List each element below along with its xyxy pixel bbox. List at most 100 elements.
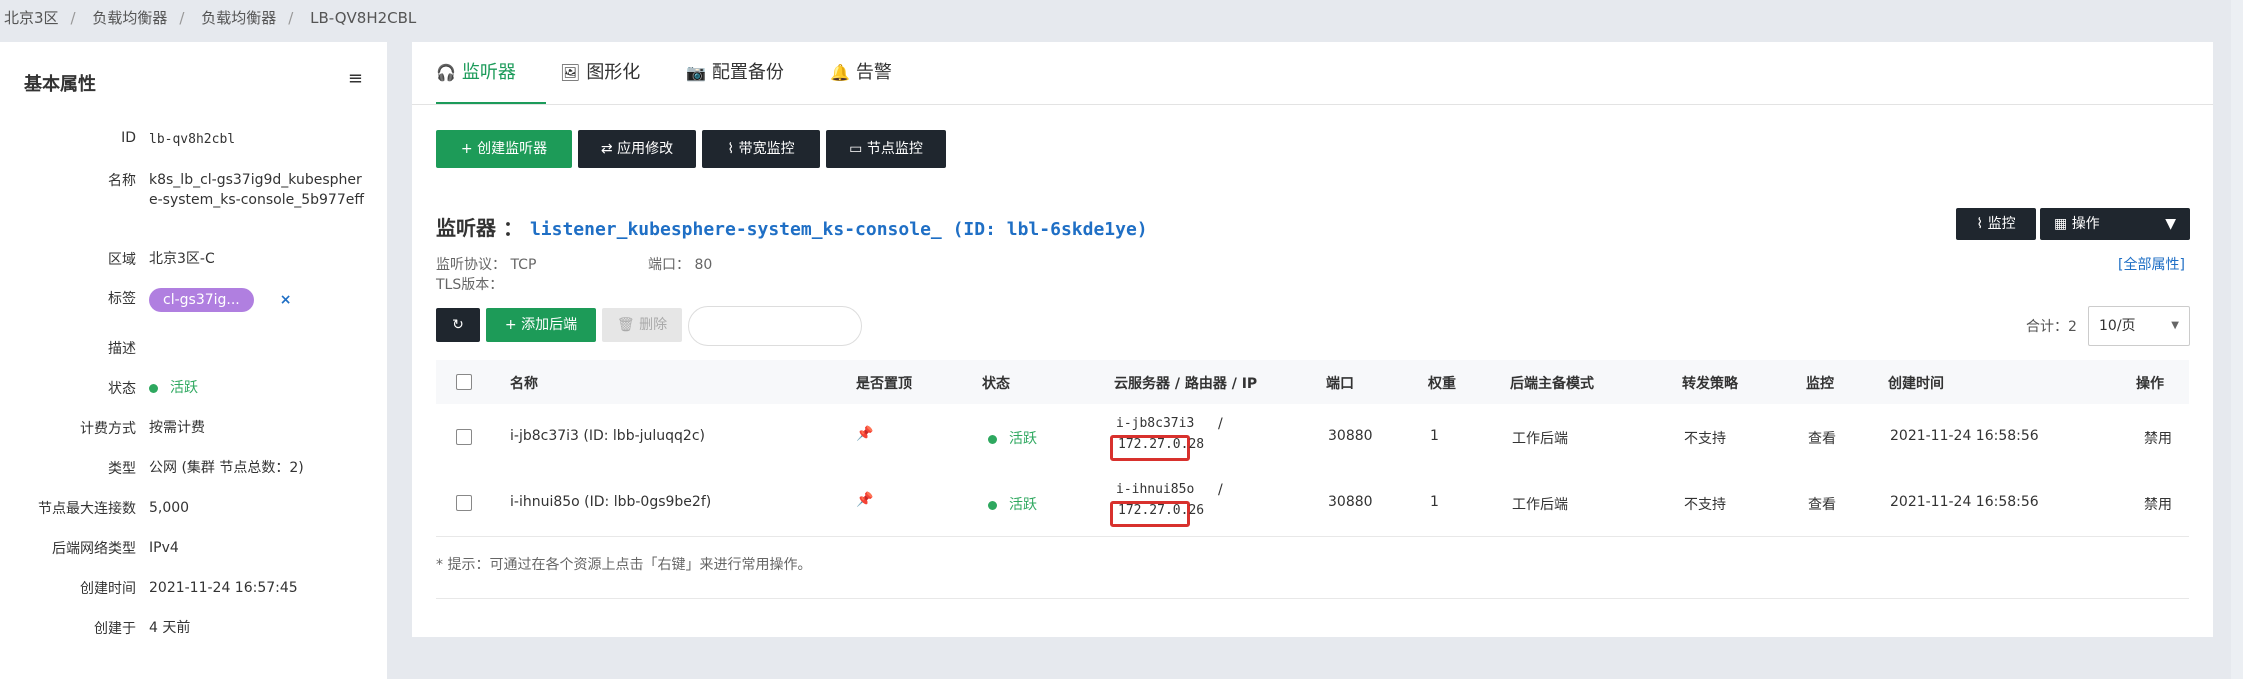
page-scrollbar[interactable] [2231, 0, 2243, 679]
search-input[interactable] [688, 306, 862, 346]
prop-value: IPv4 [149, 540, 179, 556]
all-properties-link[interactable]: [全部属性] [2118, 254, 2185, 274]
prop-label: 描述 [108, 341, 136, 357]
prop-label: 创建时间 [80, 581, 136, 597]
status-dot-icon [988, 434, 997, 444]
status-cell: 活跃 [988, 428, 1037, 448]
listener-name: listener_kubesphere-system_ks-console_ (… [529, 219, 1148, 240]
breadcrumb-item[interactable]: 北京3区 [4, 9, 59, 27]
listener-tls: TLS版本： [436, 277, 504, 293]
disable-link[interactable]: 禁用 [2144, 494, 2172, 514]
tab-listeners[interactable]: 🎧 监听器 [436, 42, 546, 104]
backend-mode: 工作后端 [1512, 497, 1568, 513]
tab-bar: 🎧 监听器 🖼 图形化 📷 配置备份 🔔 告警 [412, 42, 2213, 105]
ip-link[interactable]: 172.27.0.28 [1118, 437, 1204, 452]
view-monitor-link[interactable]: 查看 [1808, 494, 1836, 514]
add-backend-button[interactable]: + 添加后端 [486, 308, 596, 342]
prop-label: 状态 [108, 381, 136, 397]
view-monitor-link[interactable]: 查看 [1808, 428, 1836, 448]
pin-icon[interactable]: 📌 [856, 492, 873, 508]
row-checkbox[interactable] [456, 429, 472, 445]
chevron-down-icon: ▼ [2171, 320, 2179, 331]
breadcrumb-item[interactable]: 负载均衡器 [201, 9, 276, 27]
listener-port: 端口： 80 [648, 257, 713, 273]
forward-policy: 不支持 [1684, 497, 1726, 513]
shuffle-icon: ⇄ [600, 141, 618, 157]
server-link[interactable]: i-ihnui85o [1116, 482, 1194, 497]
create-listener-button[interactable]: + 创建监听器 [436, 130, 572, 168]
server-separator: / [1218, 416, 1223, 432]
listener-monitor-button[interactable]: ⌇ 监控 [1956, 208, 2036, 240]
col-actions: 操作 [2136, 376, 2164, 392]
prop-value: 北京3区-C [149, 251, 215, 267]
image-icon: 🖼 [560, 63, 581, 82]
tab-label: 配置备份 [711, 62, 784, 83]
refresh-button[interactable]: ↻ [436, 308, 480, 342]
status-dot-icon [988, 500, 997, 510]
tab-label: 图形化 [586, 62, 641, 83]
grid-icon: ▦ [2054, 216, 2072, 232]
button-label: 删除 [639, 317, 668, 333]
row-checkbox[interactable] [456, 495, 472, 511]
breadcrumb-current: LB-QV8H2CBL [310, 9, 417, 27]
apply-changes-button[interactable]: ⇄ 应用修改 [578, 130, 696, 168]
server-separator: / [1218, 482, 1223, 498]
prop-label: 创建于 [94, 621, 136, 637]
trash-icon: 🗑 [616, 317, 640, 333]
breadcrumb: 北京3区 / 负载均衡器 / 负载均衡器 / LB-QV8H2CBL [0, 0, 416, 36]
delete-button[interactable]: 🗑 删除 [602, 308, 682, 342]
bell-icon: 🔔 [830, 63, 850, 82]
prop-value: cl-gs37ig... × [149, 288, 364, 312]
backend-port: 30880 [1328, 428, 1373, 444]
listener-ops-dropdown[interactable]: ▦ 操作 ▼ [2040, 208, 2190, 240]
page-size-value: 10/页 [2099, 318, 2136, 334]
ip-link[interactable]: 172.27.0.26 [1118, 503, 1204, 518]
prop-value: 按需计费 [149, 420, 205, 436]
button-label: 节点监控 [866, 141, 923, 157]
remove-tag-icon[interactable]: × [280, 292, 292, 308]
tab-graph[interactable]: 🖼 图形化 [560, 42, 640, 104]
refresh-icon: ↻ [452, 317, 464, 333]
prop-label: 后端网络类型 [52, 541, 136, 557]
button-label: 监控 [1987, 216, 2016, 232]
breadcrumb-separator: / [179, 9, 185, 27]
status-text: 活跃 [1009, 497, 1037, 513]
pin-icon[interactable]: 📌 [856, 426, 873, 442]
listener-label: 监听器 ： [436, 216, 523, 240]
menu-icon[interactable]: ≡ [348, 68, 363, 89]
backend-name: i-jb8c37i3 (ID: lbb-juluqq2c) [510, 428, 706, 444]
prop-value: lb-qv8h2cbl [149, 132, 236, 147]
table-row[interactable]: i-ihnui85o (ID: lbb-0gs9be2f) 📌 活跃 i-ihn… [436, 470, 2189, 537]
select-all-checkbox[interactable] [456, 374, 472, 390]
divider [436, 598, 2189, 599]
status-text: 活跃 [1009, 431, 1037, 447]
prop-value: k8s_lb_cl-gs37ig9d_kubesphere-system_ks-… [149, 172, 365, 208]
backend-name: i-ihnui85o (ID: lbb-0gs9be2f) [510, 494, 712, 510]
tab-alarms[interactable]: 🔔 告警 [830, 42, 892, 104]
backend-weight: 1 [1430, 428, 1439, 444]
col-weight: 权重 [1428, 376, 1456, 392]
backend-mode: 工作后端 [1512, 431, 1568, 447]
prop-value: 2021-11-24 16:57:45 [149, 580, 298, 596]
prop-label: 计费方式 [80, 421, 136, 437]
col-name: 名称 [510, 376, 538, 392]
button-label: 操作 [2071, 216, 2100, 232]
disable-link[interactable]: 禁用 [2144, 428, 2172, 448]
node-monitor-button[interactable]: ▭ 节点监控 [826, 130, 946, 168]
table-header: 名称 是否置顶 状态 云服务器 / 路由器 / IP 端口 权重 后端主备模式 … [436, 360, 2189, 405]
bandwidth-monitor-button[interactable]: ⌇ 带宽监控 [702, 130, 820, 168]
prop-label: ID [121, 130, 136, 146]
server-link[interactable]: i-jb8c37i3 [1116, 416, 1194, 431]
table-row[interactable]: i-jb8c37i3 (ID: lbb-juluqq2c) 📌 活跃 i-jb8… [436, 404, 2189, 471]
tab-config-backup[interactable]: 📷 配置备份 [686, 42, 784, 104]
tab-label: 监听器 [461, 62, 516, 83]
col-port: 端口 [1326, 376, 1354, 392]
tag-chip[interactable]: cl-gs37ig... [149, 288, 254, 312]
listener-title: 监听器 ： listener_kubesphere-system_ks-cons… [436, 212, 1148, 241]
page-size-select[interactable]: 10/页 ▼ [2088, 306, 2190, 346]
created-time: 2021-11-24 16:58:56 [1890, 494, 2039, 510]
col-created: 创建时间 [1888, 376, 1944, 392]
chart-line-icon: ⌇ [727, 141, 739, 157]
status-text: 活跃 [170, 380, 198, 396]
breadcrumb-item[interactable]: 负载均衡器 [92, 9, 167, 27]
